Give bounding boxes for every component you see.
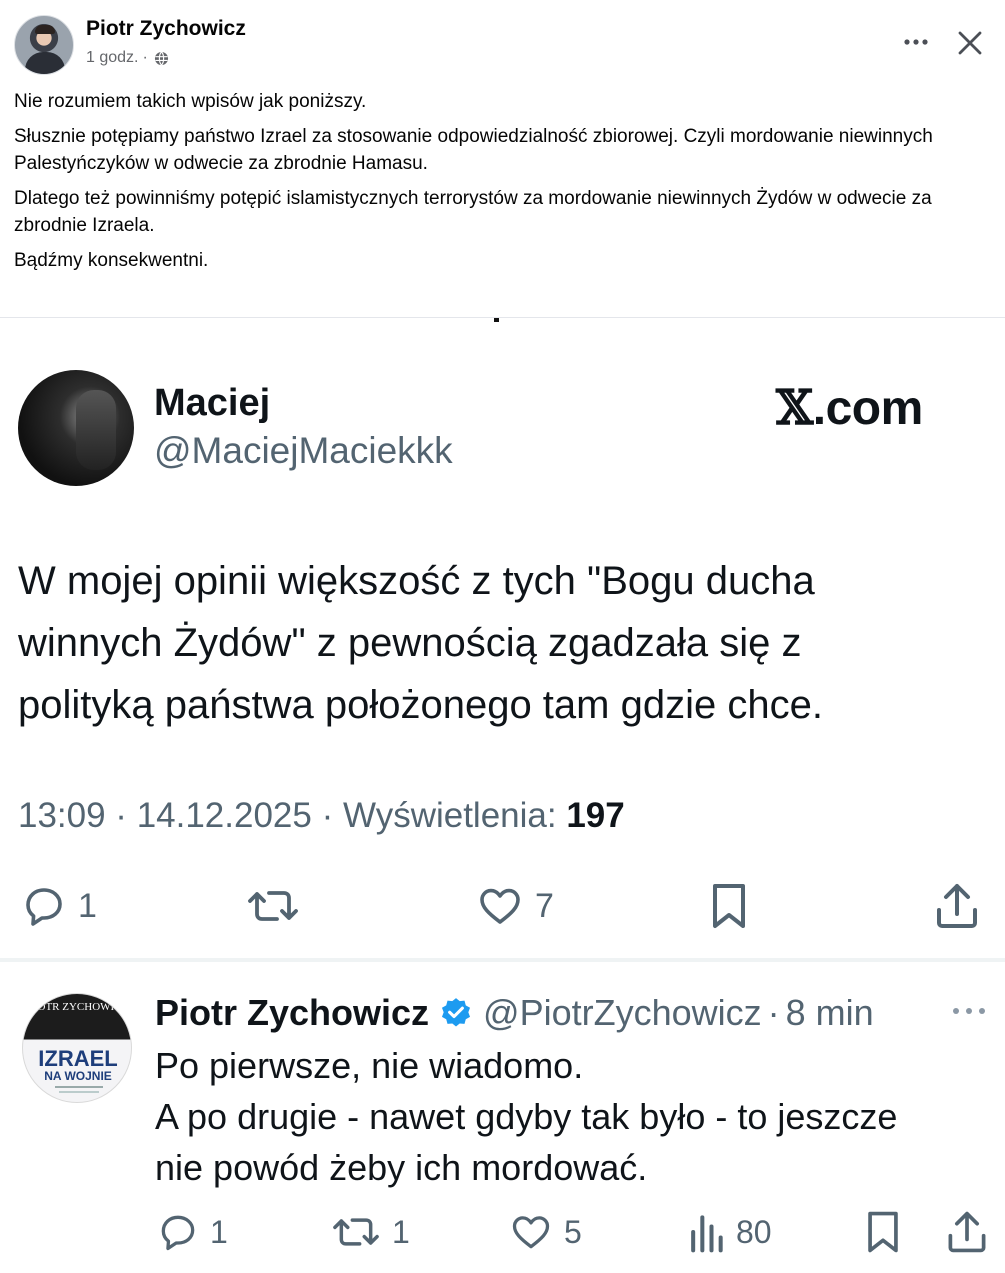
tweet-timestamp-text: 13:09 · 14.12.2025 · Wyświetlenia: [18,796,557,835]
reply-text: Po pierwsze, nie wiadomo. A po drugie - … [155,1040,985,1193]
like-action: 7 [475,882,554,930]
share-icon [948,1211,986,1253]
heart-icon [480,888,520,924]
bookmark-action [706,880,752,932]
close-icon[interactable] [953,26,987,60]
tweet-author-handle: @MaciejMaciekkk [154,430,453,471]
post-paragraph: Słusznie potępiamy państwo Izrael za sto… [14,126,933,174]
post-paragraph: Nie rozumiem takich wpisów jak poniższy. [14,91,367,112]
post-paragraph: Bądźmy konsekwentni. [14,250,209,271]
bookmark-icon [713,884,745,928]
reply-like-count: 5 [564,1213,582,1250]
tweet-views-count: 197 [566,796,625,835]
retweet-icon [248,891,298,921]
reply-icon [161,1215,195,1251]
tweet-text: W mojej opinii większość z tych "Bogu du… [18,550,978,736]
reply-reply-action: 1 [156,1210,228,1254]
reply-views-count: 80 [736,1213,772,1250]
image-artifact [494,318,499,322]
heart-icon [512,1216,550,1249]
post-text: Nie rozumiem takich wpisów jak poniższy.… [14,88,989,282]
reply-count: 1 [78,886,97,925]
reply-action: 1 [20,882,97,930]
reply-retweet-action: 1 [330,1210,410,1254]
reply-actions: 1 1 5 80 [0,1206,1005,1266]
attached-image[interactable]: Maciej @MaciejMaciekkk 𝕏.com W mojej opi… [0,318,1005,1273]
tweet-actions: 1 7 [0,876,1005,936]
reply-separator: · [767,992,780,1033]
reply-author-name: Piotr Zychowicz [155,992,430,1033]
post-time[interactable]: 1 godz. [86,49,138,67]
reply-author-handle: @PiotrZychowicz [483,992,762,1033]
share-action [932,880,982,932]
author-avatar[interactable] [14,15,74,75]
reply-views-action: 80 [686,1210,772,1254]
tweet-author-name: Maciej [154,382,271,424]
verified-badge-icon [442,998,471,1027]
reply-header: Piotr Zychowicz @PiotrZychowicz · 8 min [155,992,874,1034]
reply-text-line: Po pierwsze, nie wiadomo. [155,1045,584,1086]
x-logo: 𝕏.com [776,380,923,436]
avatar-book-subtitle: NA WOJNIE [44,1069,112,1083]
reply-text-line: A po drugie - nawet gdyby tak było - to … [155,1096,898,1137]
reply-text-line: nie powód żeby ich mordować. [155,1147,648,1188]
meta-separator: · [142,49,148,66]
avatar-book-author: PIOTR ZYCHOWICZ [27,1001,129,1013]
tweet-separator [0,958,1005,962]
reply-more-icon [953,1008,985,1014]
reply-like-action: 5 [508,1210,582,1254]
globe-icon[interactable] [154,51,169,66]
like-count: 7 [535,886,554,925]
x-logo-suffix: .com [812,382,924,435]
post-paragraph: Dlatego też powinniśmy potępić islamisty… [14,188,932,236]
reply-share-action [944,1208,990,1256]
author-name[interactable]: Piotr Zychowicz [86,17,246,41]
post-header: Piotr Zychowicz 1 godz. · [0,0,1005,85]
tweet-text-line: winnych Żydów" z pewnością zgadzała się … [18,621,802,665]
reply-icon [26,888,62,926]
tweet-text-line: polityką państwa położonego tam gdzie ch… [18,683,823,727]
tweet-text-line: W mojej opinii większość z tych "Bogu du… [18,559,815,603]
tweet-timestamp: 13:09 · 14.12.2025 · Wyświetlenia: 197 [18,796,625,836]
retweet-icon [333,1218,379,1246]
reply-retweet-count: 1 [392,1213,410,1250]
x-icon: 𝕏 [776,380,813,436]
analytics-icon [691,1215,723,1253]
post-meta: 1 godz. · [86,49,169,67]
reply-avatar: PIOTR ZYCHOWICZ IZRAEL NA WOJNIE [22,993,132,1103]
retweet-action [245,882,301,930]
reply-reply-count: 1 [210,1213,228,1250]
reply-time: 8 min [785,992,874,1033]
more-horizontal-icon[interactable] [899,28,933,56]
tweet-avatar [18,370,134,486]
bookmark-icon [868,1211,898,1253]
share-icon [937,884,977,928]
reply-bookmark-action [862,1208,904,1256]
